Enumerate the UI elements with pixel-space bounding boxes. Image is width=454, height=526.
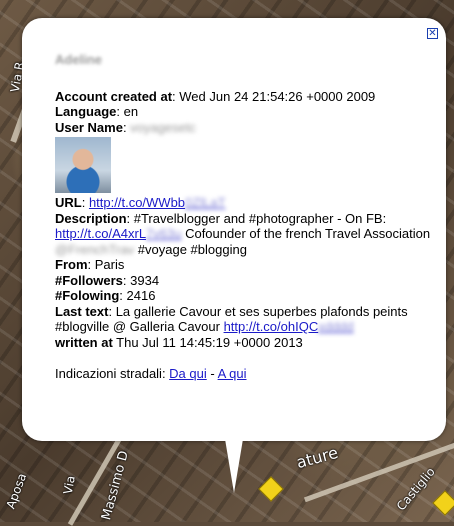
account-created-value: : Wed Jun 24 21:54:26 +0000 2009 [172, 88, 376, 104]
description-link[interactable]: http://t.co/A4xrL7v63u [55, 226, 181, 241]
map-street-label: Castiglio [393, 464, 438, 514]
username-row: User Name: voyagesetc [55, 119, 196, 135]
directions-label: Indicazioni stradali: [55, 366, 170, 381]
balloon-content: Adeline Account created at: Wed Jun 24 2… [55, 52, 435, 382]
url-link[interactable]: http://t.co/WWbb0ZlLaT [89, 195, 226, 210]
account-created-label: Account created at [55, 88, 173, 104]
last-text-row: Last text: La gallerie Cavour et ses sup… [55, 304, 435, 335]
avatar [55, 137, 111, 193]
following-row: #Folowing: 2416 [55, 288, 435, 304]
description-row: Description: #Travelblogger and #photogr… [55, 211, 435, 258]
close-icon[interactable]: ✕ [427, 28, 438, 39]
account-created-row: Account created at: Wed Jun 24 21:54:26 … [55, 89, 435, 105]
from-value: : Paris [87, 257, 125, 272]
written-at-row: written at Thu Jul 11 14:45:19 +0000 201… [55, 335, 435, 351]
directions-from-here-link[interactable]: Da qui [169, 366, 207, 381]
written-at-label: written at [55, 334, 113, 350]
directions-row: Indicazioni stradali: Da qui - A qui [55, 366, 435, 382]
info-balloon-pointer [225, 439, 243, 493]
description-mention: @FrenchTrav [55, 241, 135, 257]
following-value: : 2416 [119, 288, 156, 303]
language-label: Language [55, 104, 117, 119]
following-label: #Folowing [55, 288, 120, 303]
map-street-label: Aposa [3, 471, 30, 511]
map-placemark-icon[interactable] [258, 476, 284, 502]
written-at-value: Thu Jul 11 14:45:19 +0000 2013 [112, 334, 303, 350]
profile-name: Adeline [55, 52, 102, 67]
followers-label: #Followers [55, 272, 123, 288]
url-label: URL [55, 195, 82, 210]
description-text: : #Travelblogger and #photographer - On … [126, 210, 387, 226]
username-value: voyagesetc [130, 119, 196, 135]
followers-value: : 3934 [122, 272, 160, 288]
description-text: #voyage #blogging [134, 241, 247, 257]
description-text: Cofounder of the french Travel Associati… [181, 226, 431, 241]
username-label: User Name [55, 119, 123, 135]
language-value: : en [116, 104, 139, 119]
last-text-label: Last text [55, 303, 109, 319]
map-street-label: Via [60, 474, 78, 496]
description-label: Description [55, 210, 127, 226]
language-row: Language: en [55, 104, 435, 120]
last-text-link[interactable]: http://t.co/ohIQCxdddd [224, 319, 354, 334]
followers-row: #Followers: 3934 [55, 273, 435, 289]
directions-to-here-link[interactable]: A qui [218, 366, 247, 381]
from-row: From: Paris [55, 257, 435, 273]
directions-separator: - [206, 366, 218, 381]
url-row: URL: http://t.co/WWbb0ZlLaT [55, 195, 226, 210]
map-placemark-icon[interactable] [432, 490, 454, 516]
from-label: From [55, 257, 88, 272]
map-street-label: ature [294, 442, 341, 473]
